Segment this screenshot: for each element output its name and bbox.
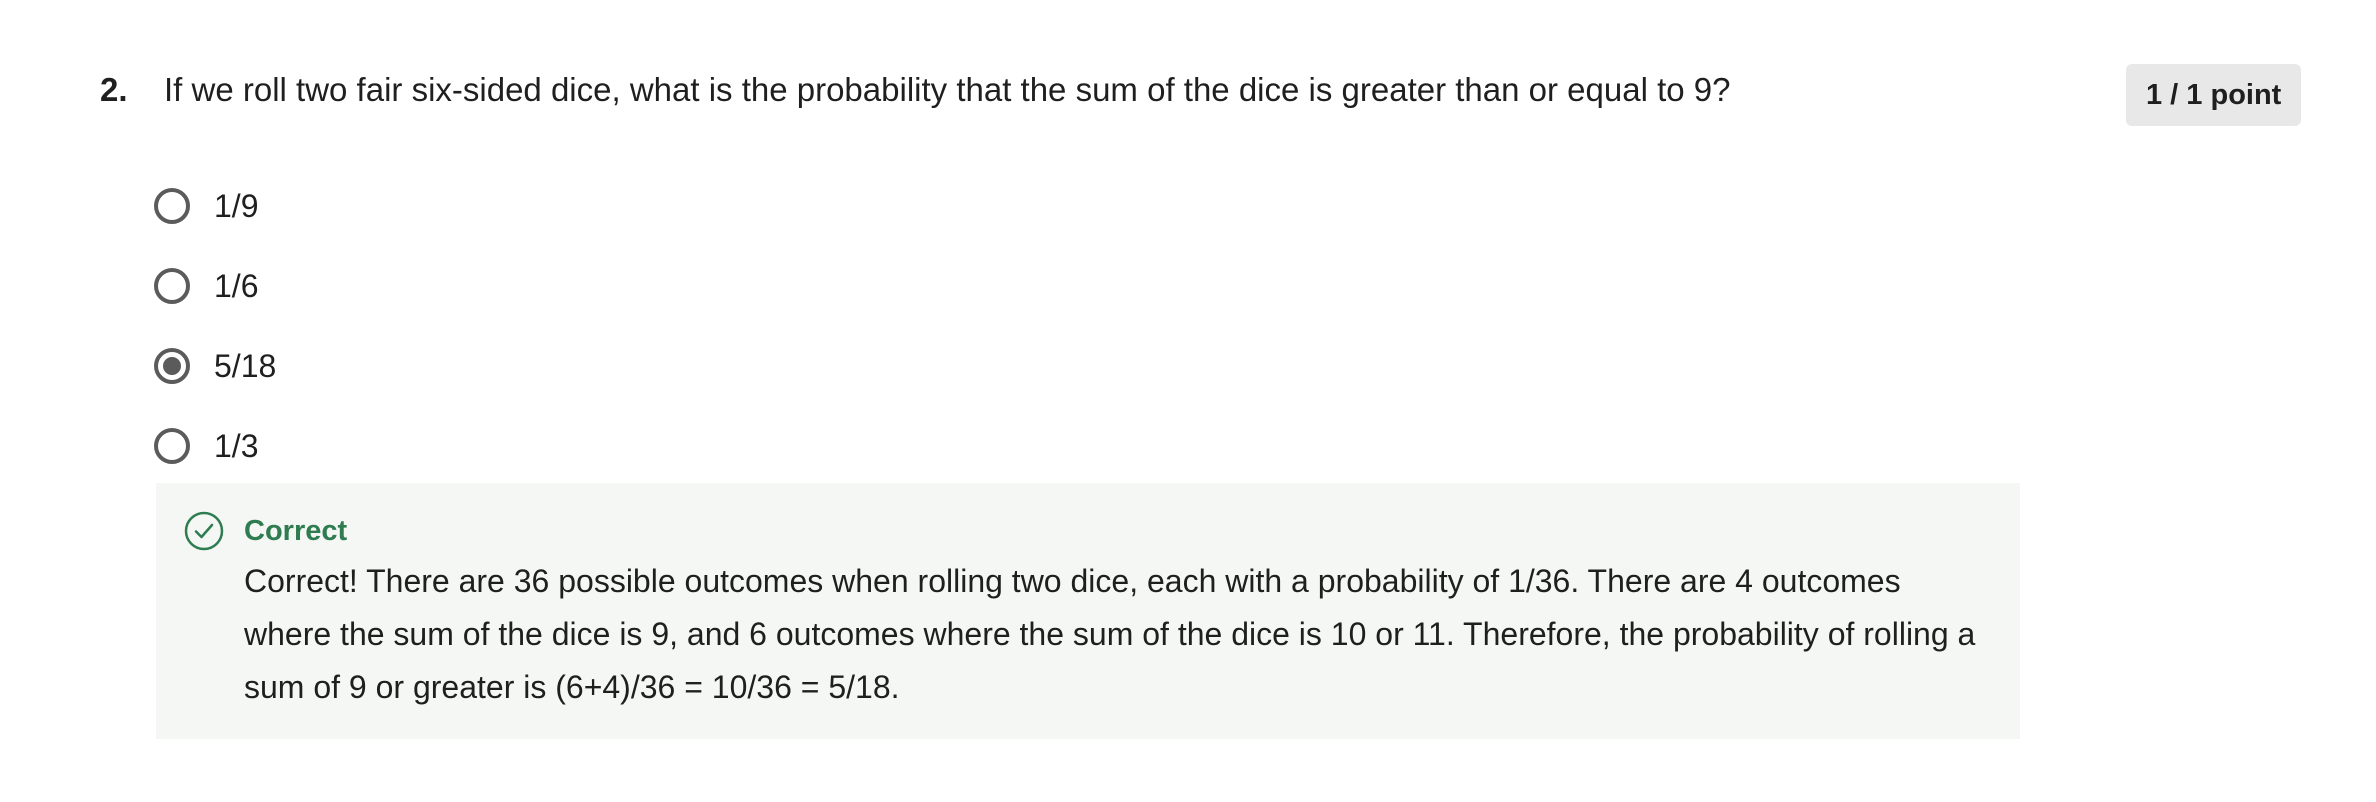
option-label: 1/6	[214, 267, 259, 304]
feedback-panel: Correct Correct! There are 36 possible o…	[156, 483, 2020, 739]
feedback-title: Correct	[244, 515, 348, 547]
option-label: 1/9	[214, 187, 259, 224]
points-badge: 1 / 1 point	[2126, 64, 2302, 126]
feedback-text: Correct! There are 36 possible outcomes …	[244, 563, 1976, 705]
answer-options: 1/9 1/6 5/18 1/3	[154, 166, 276, 486]
option-3[interactable]: 5/18	[154, 326, 276, 406]
check-circle-icon	[184, 511, 224, 551]
question-block: 2. If we roll two fair six-sided dice, w…	[100, 62, 2280, 118]
radio-button[interactable]	[154, 268, 190, 304]
question-header: 2. If we roll two fair six-sided dice, w…	[100, 62, 2280, 118]
question-text: If we roll two fair six-sided dice, what…	[164, 71, 1731, 108]
option-label: 5/18	[214, 347, 277, 384]
radio-button[interactable]	[154, 428, 190, 464]
radio-button[interactable]	[154, 188, 190, 224]
radio-button-selected[interactable]	[154, 348, 190, 384]
question-number: 2.	[100, 71, 128, 108]
option-1[interactable]: 1/9	[154, 166, 276, 246]
option-label: 1/3	[214, 427, 259, 464]
option-2[interactable]: 1/6	[154, 246, 276, 326]
option-4[interactable]: 1/3	[154, 406, 276, 486]
